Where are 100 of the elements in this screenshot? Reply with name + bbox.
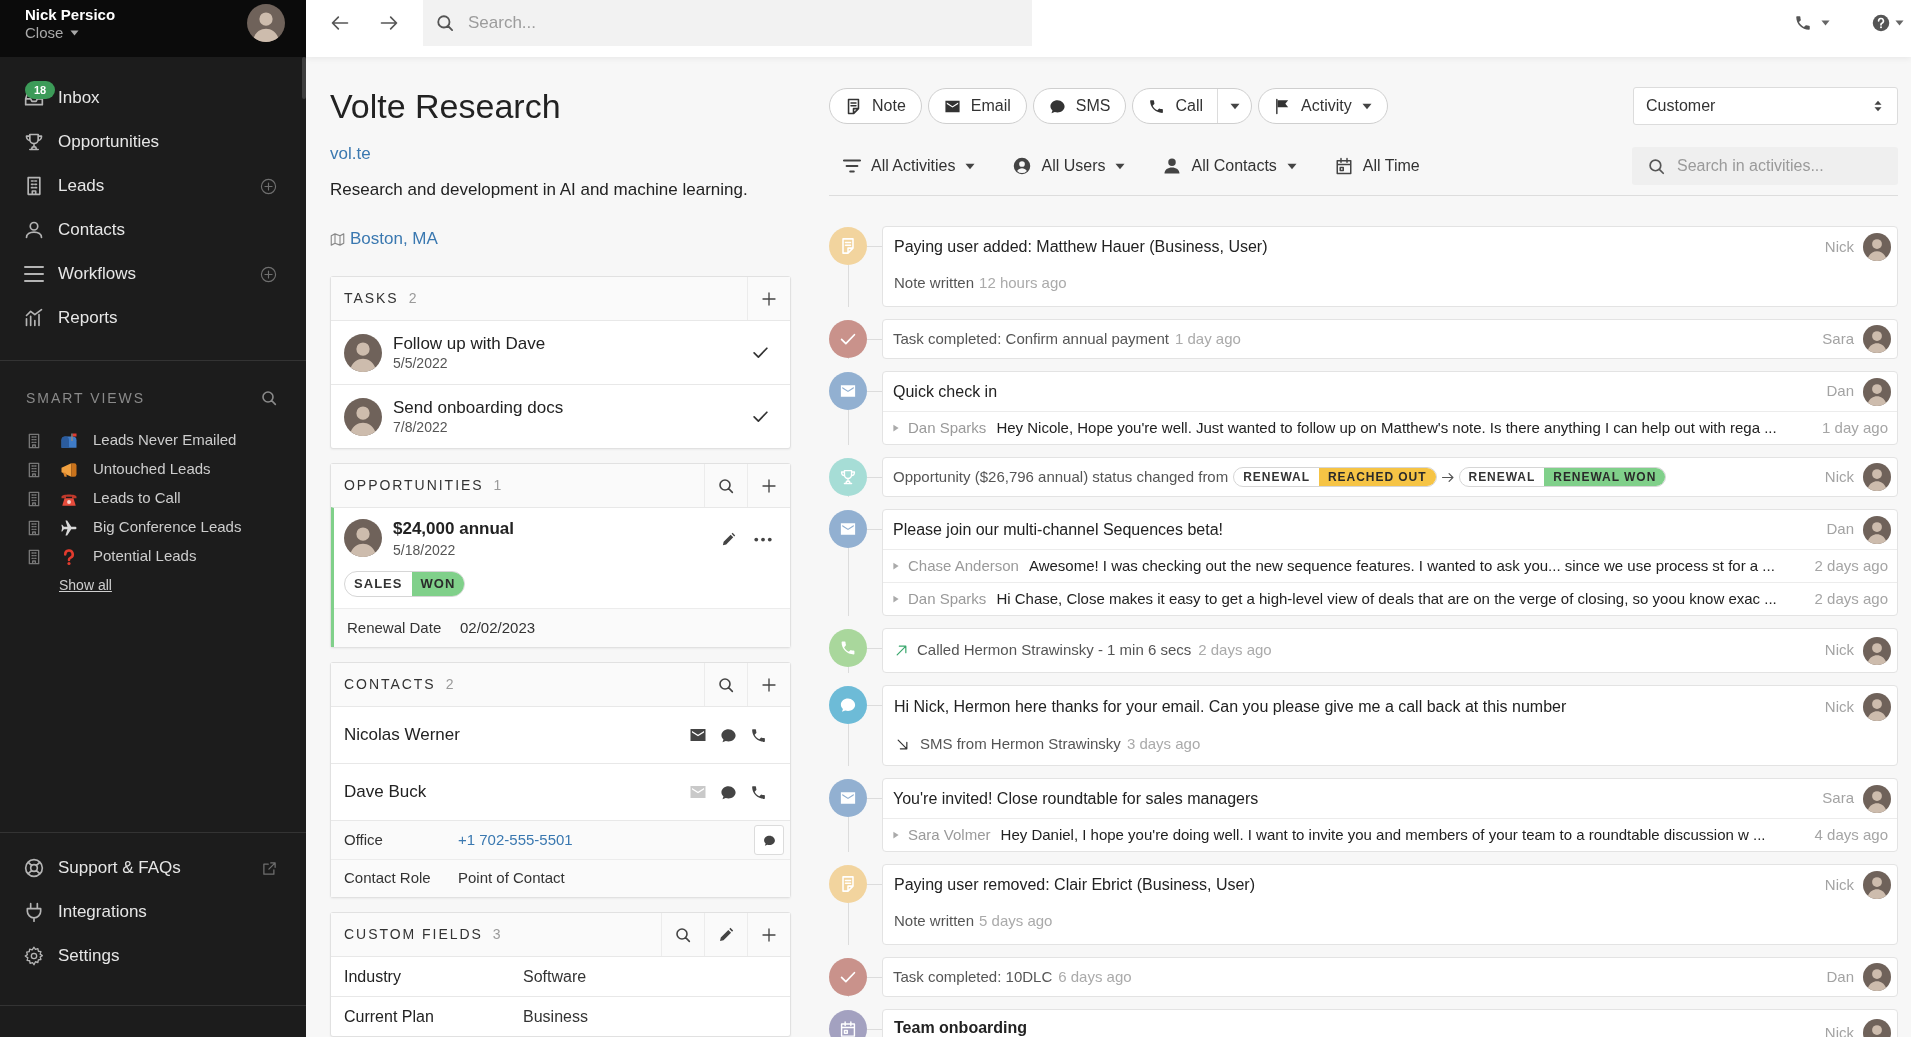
nav-item[interactable]: Workflows — [0, 252, 306, 296]
more-icon[interactable] — [754, 537, 772, 542]
activity-button[interactable]: Activity — [1258, 88, 1388, 124]
note-icon — [829, 865, 867, 903]
activity-title: You're invited! Close roundtable for sales managers — [893, 788, 1259, 809]
smart-view-link[interactable]: Leads to Call — [0, 484, 306, 513]
lead-description: Research and development in AI and machine learning. — [330, 179, 749, 201]
smart-view-link[interactable]: Potential Leads — [0, 542, 306, 571]
sms-button[interactable]: SMS — [1032, 88, 1127, 124]
building-icon — [26, 490, 42, 507]
activity-title: Paying user removed: Clair Ebrict (Business, User) — [894, 875, 1255, 895]
search-input[interactable]: Search... — [468, 10, 1032, 36]
activity-subtitle: Note written — [894, 910, 975, 931]
owner-name: Nick — [1824, 466, 1854, 487]
activity-title: Hi Nick, Hermon here thanks for your email. Can you please give me a call back at this number — [894, 697, 1567, 717]
status-select[interactable]: Customer — [1633, 87, 1898, 125]
caret-icon — [1895, 20, 1904, 26]
pencil-icon[interactable] — [721, 532, 736, 547]
help-menu-button[interactable] — [1872, 14, 1904, 32]
person-icon — [24, 220, 44, 240]
avatar-icon — [1863, 636, 1891, 665]
phone-icon[interactable] — [750, 783, 767, 801]
chat-bubble-icon — [762, 833, 776, 847]
note-button[interactable]: Note — [829, 88, 922, 124]
activity-time: 2 days ago — [1198, 640, 1272, 661]
chat-bubble-icon[interactable] — [720, 783, 737, 801]
phone-menu-button[interactable] — [1794, 14, 1830, 32]
search-field[interactable]: Search... — [423, 0, 1032, 46]
email-button[interactable]: Email — [927, 88, 1027, 124]
nav-item[interactable]: Opportunities — [0, 120, 306, 164]
date-filter[interactable]: All Time — [1334, 154, 1420, 178]
field-label: Current Plan — [344, 1006, 435, 1027]
help-icon — [1872, 14, 1890, 32]
panel-title: TASKS — [344, 289, 399, 308]
caret-icon — [1361, 102, 1372, 110]
owner-name: Dan — [1826, 519, 1854, 540]
owner-name: Dan — [1826, 381, 1854, 402]
field-value: Software — [523, 966, 587, 987]
arrow-right-icon[interactable] — [379, 13, 399, 33]
lifebuoy-icon — [24, 858, 44, 878]
nav-item[interactable]: Settings — [0, 934, 306, 978]
person-icon — [1163, 157, 1182, 175]
user-name: Nick Persico — [25, 6, 116, 24]
arrow-left-icon[interactable] — [330, 13, 350, 33]
field-label: Contact Role — [344, 868, 432, 889]
nav-item[interactable]: Support & FAQs — [0, 846, 306, 890]
building-icon — [26, 432, 42, 449]
envelope-icon[interactable] — [689, 726, 707, 744]
avatar-icon — [1863, 325, 1891, 353]
message-preview: Awesome! I was checking out the new sequence features. I wanted to ask you... since we use process st for a ... — [1028, 555, 1776, 576]
check-icon[interactable] — [752, 408, 769, 425]
nav-item[interactable]: Integrations — [0, 890, 306, 934]
call-button[interactable]: Call — [1133, 89, 1218, 123]
phone-link[interactable]: +1 702-555-5501 — [458, 828, 573, 852]
nav-item[interactable]: Leads — [0, 164, 306, 208]
lead-name: Volte Research — [330, 86, 562, 126]
search-icon[interactable] — [261, 390, 277, 406]
map-icon — [330, 231, 345, 247]
caret-right-icon — [893, 831, 899, 839]
location-link[interactable]: Boston, MA — [350, 226, 438, 252]
chat-bubble-icon[interactable] — [720, 726, 737, 744]
check-icon[interactable] — [752, 344, 769, 361]
show-all-link[interactable]: Show all — [59, 575, 112, 596]
avatar-icon — [1863, 871, 1891, 899]
scrollbar-thumb[interactable] — [302, 57, 306, 99]
user-filter[interactable]: All Users — [1013, 154, 1126, 178]
nav-item[interactable]: Contacts — [0, 208, 306, 252]
smart-view-link[interactable]: Leads Never Emailed — [0, 426, 306, 455]
smart-view-link[interactable]: Untouched Leads — [0, 455, 306, 484]
smart-view-link[interactable]: Big Conference Leads — [0, 513, 306, 542]
owner-name: Sara — [1822, 328, 1854, 349]
activity-filter[interactable]: All Activities — [843, 154, 976, 178]
field-value: Point of Contact — [458, 868, 565, 889]
website-link[interactable]: vol.te — [330, 142, 371, 166]
caret-right-icon — [893, 424, 899, 432]
section-title: SMART VIEWS — [26, 388, 146, 408]
caret-icon — [1229, 102, 1240, 110]
contact-filter[interactable]: All Contacts — [1163, 154, 1297, 178]
activity-search-input[interactable]: Search in activities... — [1677, 154, 1898, 178]
panel-title: CONTACTS — [344, 675, 436, 694]
field-label: Office — [344, 829, 384, 850]
pencil-icon — [718, 926, 734, 943]
avatar-icon — [1863, 784, 1891, 813]
sms-button[interactable] — [754, 825, 784, 855]
owner-name: Nick — [1824, 640, 1854, 661]
activity-time: 2 days ago — [1814, 555, 1888, 576]
org-switcher[interactable]: Close — [25, 24, 116, 42]
activity-title: Team onboarding — [894, 1019, 1028, 1037]
building-icon — [26, 548, 42, 565]
nav-item[interactable]: 18 Inbox — [0, 76, 306, 120]
avatar-icon — [1863, 233, 1891, 261]
field-label: Renewal Date — [347, 617, 443, 638]
avatar-icon — [344, 333, 382, 372]
phone-icon[interactable] — [750, 726, 767, 744]
activity-search-field[interactable]: Search in activities... — [1632, 147, 1898, 185]
activity-time: 3 days ago — [1126, 733, 1201, 754]
nav-item[interactable]: Reports — [0, 296, 306, 340]
phone-icon — [1794, 14, 1812, 32]
phone-icon — [1148, 97, 1166, 115]
calendar-icon — [829, 1010, 867, 1037]
